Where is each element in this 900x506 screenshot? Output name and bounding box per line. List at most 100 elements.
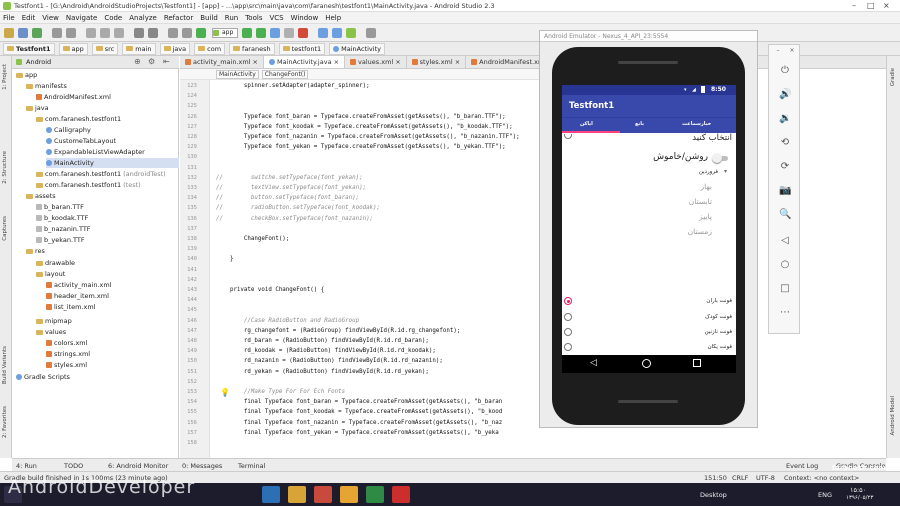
structure-tool-button[interactable]: 2: Structure — [2, 151, 8, 184]
android-device-monitor-icon[interactable] — [346, 28, 356, 38]
tree-item[interactable]: b_nazanin.TTF — [36, 224, 91, 234]
breadcrumb-project[interactable]: Testfont1 — [3, 42, 55, 55]
tree-item[interactable]: list_item.xml — [46, 302, 96, 312]
tree-item[interactable]: drawable — [36, 258, 75, 268]
save-icon[interactable] — [18, 28, 28, 38]
breadcrumb-com[interactable]: com — [194, 42, 226, 55]
editor-breadcrumb-method[interactable]: ChangeFont() — [261, 69, 309, 79]
tree-item[interactable]: app — [16, 70, 37, 80]
tree-item[interactable]: values — [36, 327, 66, 337]
volume-up-icon[interactable]: 🔊 — [779, 89, 791, 100]
app-tab-3[interactable]: ایاکن — [580, 121, 593, 127]
todo-tool-button[interactable]: TODO — [64, 462, 83, 470]
lightbulb-icon[interactable]: 💡 — [220, 388, 230, 397]
back-icon[interactable]: ◁ — [779, 235, 791, 246]
rotate-right-icon[interactable]: ⟳ — [779, 161, 791, 172]
file-encoding[interactable]: UTF-8 — [756, 474, 775, 482]
partial-radio[interactable] — [564, 134, 572, 139]
tree-item[interactable]: MainActivity — [46, 158, 179, 168]
breadcrumb-faranesh[interactable]: faranesh — [229, 42, 275, 55]
breadcrumb-mainactivity[interactable]: MainActivity — [329, 42, 385, 55]
app-tab-1[interactable]: خبارسماعث — [682, 121, 711, 127]
messages-tool-button[interactable]: 0: Messages — [182, 462, 222, 470]
tree-item[interactable]: strings.xml — [46, 349, 90, 359]
tree-item[interactable]: res — [26, 246, 45, 256]
emulator-minimize-icon[interactable]: – — [772, 47, 784, 54]
power-icon[interactable]: ⏻ — [779, 65, 791, 76]
project-tool-button[interactable]: 1: Project — [2, 64, 8, 90]
tab-values[interactable]: values.xml × — [345, 56, 407, 68]
taskbar-app-3[interactable] — [314, 486, 332, 503]
menu-vcs[interactable]: VCS — [269, 14, 283, 22]
tree-item[interactable]: colors.xml — [46, 338, 87, 348]
radio-button[interactable] — [564, 343, 572, 351]
make-project-icon[interactable] — [196, 28, 206, 38]
volume-down-icon[interactable]: 🔉 — [779, 113, 791, 124]
tree-item[interactable]: mipmap — [36, 316, 72, 326]
undo-icon[interactable] — [52, 28, 62, 38]
menu-analyze[interactable]: Analyze — [129, 14, 157, 22]
menu-help[interactable]: Help — [325, 14, 341, 22]
tree-item[interactable]: java — [26, 103, 49, 113]
spinner-value[interactable]: فروردین — [699, 169, 718, 175]
taskbar-app-6[interactable] — [392, 486, 410, 503]
tree-item[interactable]: activity_main.xml — [46, 280, 112, 290]
breadcrumb-app[interactable]: app — [58, 42, 88, 55]
menu-code[interactable]: Code — [104, 14, 122, 22]
paste-icon[interactable] — [114, 28, 124, 38]
input-language[interactable]: ENG — [818, 491, 832, 499]
menu-build[interactable]: Build — [200, 14, 218, 22]
favorites-tool-button[interactable]: 2: Favorites — [2, 406, 8, 438]
sync-icon[interactable] — [32, 28, 42, 38]
taskbar-app-4[interactable] — [340, 486, 358, 503]
menu-navigate[interactable]: Navigate — [66, 14, 97, 22]
menu-tools[interactable]: Tools — [245, 14, 262, 22]
sync-scroll-icon[interactable]: ⊕ — [134, 57, 141, 66]
taskbar-app-2[interactable] — [288, 486, 306, 503]
tree-item[interactable]: b_yekan.TTF — [36, 235, 85, 245]
settings-gear-icon[interactable]: ⚙ — [148, 57, 155, 66]
project-view-dropdown[interactable]: Android — [26, 58, 51, 66]
overview-icon[interactable]: □ — [779, 283, 791, 294]
tree-item[interactable]: Calligraphy — [46, 125, 91, 135]
avd-manager-icon[interactable] — [318, 28, 328, 38]
more-icon[interactable]: ⋯ — [779, 307, 791, 318]
replace-icon[interactable] — [148, 28, 158, 38]
radio-button[interactable] — [564, 313, 572, 321]
android-monitor-tool-button[interactable]: 6: Android Monitor — [108, 462, 168, 470]
redo-icon[interactable] — [66, 28, 76, 38]
season-item-winter[interactable]: زمستان — [688, 227, 712, 236]
nav-home-icon[interactable] — [642, 359, 651, 368]
switch-thumb[interactable] — [712, 153, 722, 163]
stop-icon[interactable] — [298, 28, 308, 38]
close-icon[interactable]: × — [883, 1, 890, 10]
menu-window[interactable]: Window — [291, 14, 319, 22]
season-item-summer[interactable]: تابستان — [689, 197, 712, 206]
tree-item[interactable]: assets — [26, 191, 56, 201]
captures-tool-button[interactable]: Captures — [2, 216, 8, 241]
debug-icon[interactable] — [270, 28, 280, 38]
menu-file[interactable]: File — [3, 14, 15, 22]
spinner-arrow-icon[interactable]: ▾ — [724, 168, 727, 175]
radio-button[interactable] — [564, 328, 572, 336]
clock-time[interactable]: ۱۵:۵۰ — [850, 486, 866, 494]
tab-styles[interactable]: styles.xml × — [407, 56, 467, 68]
taskbar-app-5[interactable] — [366, 486, 384, 503]
desktop-toolbar[interactable]: Desktop — [700, 491, 727, 499]
back-icon[interactable] — [168, 28, 178, 38]
radio-button[interactable] — [564, 297, 572, 305]
forward-icon[interactable] — [182, 28, 192, 38]
tree-item[interactable]: header_item.xml — [46, 291, 109, 301]
tree-item[interactable]: Gradle Scripts — [16, 372, 70, 382]
menu-refactor[interactable]: Refactor — [164, 14, 193, 22]
app-tab-2[interactable]: بانع — [635, 121, 644, 127]
run-icon[interactable] — [242, 28, 252, 38]
season-item-autumn[interactable]: پاییز — [699, 212, 712, 221]
build-variants-tool-button[interactable]: Build Variants — [2, 346, 8, 384]
menu-run[interactable]: Run — [225, 14, 238, 22]
tree-item[interactable]: layout — [36, 269, 65, 279]
tab-activity-main[interactable]: activity_main.xml × — [180, 56, 264, 68]
breadcrumb-java[interactable]: java — [159, 42, 191, 55]
nav-back-icon[interactable]: ◁ — [590, 358, 597, 368]
zoom-icon[interactable]: 🔍 — [779, 209, 791, 220]
